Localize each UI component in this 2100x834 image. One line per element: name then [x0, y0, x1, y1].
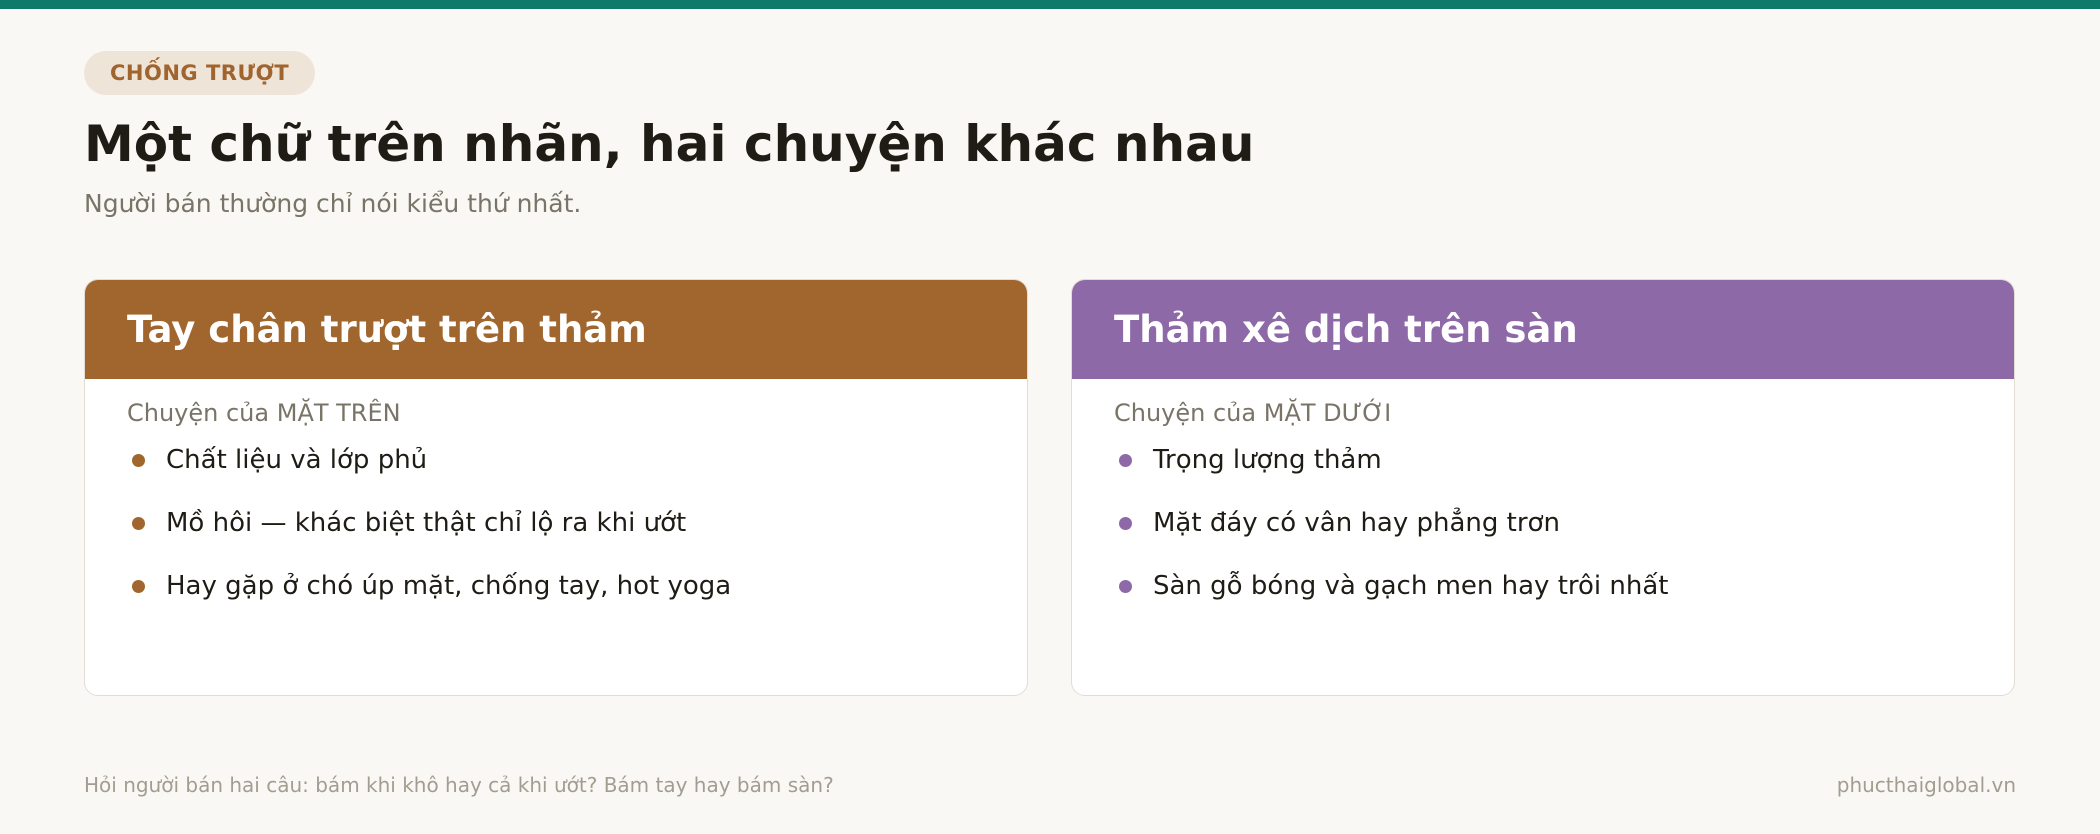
list-item-text: Chất liệu và lớp phủ [166, 445, 428, 475]
card-top-surface: Tay chân trượt trên thảm Chuyện của MẶT … [84, 279, 1028, 696]
card-list: Chất liệu và lớp phủ Mồ hôi — khác biệt … [85, 443, 1027, 604]
footer-site-link[interactable]: phucthaiglobal.vn [1837, 773, 2016, 797]
category-tag: CHỐNG TRƯỢT [84, 51, 316, 95]
page-subtitle: Người bán thường chỉ nói kiểu thứ nhất. [84, 189, 582, 218]
bullet-dot-icon [132, 580, 145, 593]
card-subheading: Chuyện của MẶT TRÊN [127, 399, 401, 427]
list-item: Hay gặp ở chó úp mặt, chống tay, hot yog… [127, 569, 1027, 604]
list-item: Sàn gỗ bóng và gạch men hay trôi nhất [1114, 569, 2014, 604]
list-item: Mồ hôi — khác biệt thật chỉ lộ ra khi ướ… [127, 506, 1027, 541]
bullet-dot-icon [1119, 454, 1132, 467]
card-bottom-surface: Thảm xê dịch trên sàn Chuyện của MẶT DƯỚ… [1071, 279, 2015, 696]
list-item-text: Hay gặp ở chó úp mặt, chống tay, hot yog… [166, 571, 732, 601]
footer-note: Hỏi người bán hai câu: bám khi khô hay c… [84, 773, 834, 797]
card-subheading: Chuyện của MẶT DƯỚI [1114, 399, 1392, 427]
card-heading: Tay chân trượt trên thảm [85, 280, 1027, 379]
page-title: Một chữ trên nhãn, hai chuyện khác nhau [84, 115, 1255, 173]
list-item-text: Mặt đáy có vân hay phẳng trơn [1153, 508, 1560, 538]
list-item-text: Sàn gỗ bóng và gạch men hay trôi nhất [1153, 571, 1669, 601]
bullet-dot-icon [1119, 517, 1132, 530]
bullet-dot-icon [132, 517, 145, 530]
list-item-text: Trọng lượng thảm [1153, 445, 1382, 475]
bullet-dot-icon [132, 454, 145, 467]
list-item: Mặt đáy có vân hay phẳng trơn [1114, 506, 2014, 541]
card-heading: Thảm xê dịch trên sàn [1072, 280, 2014, 379]
bullet-dot-icon [1119, 580, 1132, 593]
top-accent-bar [0, 0, 2100, 9]
list-item-text: Mồ hôi — khác biệt thật chỉ lộ ra khi ướ… [166, 508, 687, 538]
list-item: Chất liệu và lớp phủ [127, 443, 1027, 478]
card-list: Trọng lượng thảm Mặt đáy có vân hay phẳn… [1072, 443, 2014, 604]
list-item: Trọng lượng thảm [1114, 443, 2014, 478]
